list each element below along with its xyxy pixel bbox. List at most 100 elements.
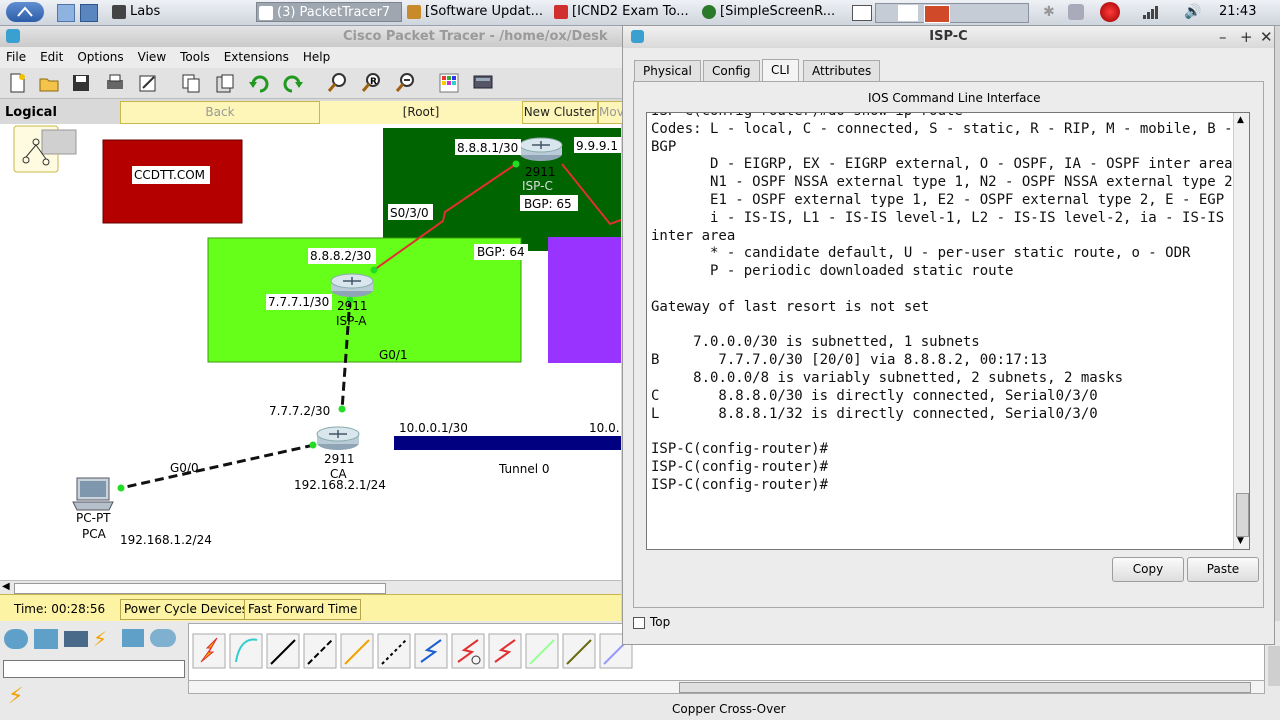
redo-icon[interactable] — [282, 72, 304, 94]
router-category-icon[interactable] — [4, 629, 28, 649]
device-dialog-icon[interactable] — [472, 72, 494, 94]
desktop-icon[interactable] — [852, 5, 872, 21]
cli-scrollbar-thumb[interactable] — [1236, 493, 1249, 537]
power-cycle-devices-button[interactable]: Power Cycle Devices — [120, 599, 252, 620]
enddevice-category-icon[interactable] — [122, 629, 144, 647]
tab-attributes[interactable]: Attributes — [803, 60, 881, 82]
switch-category-icon[interactable] — [34, 629, 58, 649]
new-file-icon[interactable] — [6, 72, 28, 94]
paste-icon[interactable] — [214, 72, 236, 94]
cli-vertical-scrollbar[interactable]: ▲ ▼ — [1233, 113, 1249, 549]
workspace-switcher[interactable] — [875, 3, 1029, 23]
tab-physical[interactable]: Physical — [634, 60, 701, 82]
connections-category-icon[interactable]: ⚡ — [93, 627, 107, 651]
file-manager-icon[interactable] — [57, 4, 75, 22]
menu-options[interactable]: Options — [77, 50, 123, 64]
ispc-device-window: ISP-C – + ✕ Physical Config CLI Attribut… — [622, 25, 1275, 645]
signal-icon[interactable] — [1142, 4, 1158, 20]
system-menu-icon[interactable] — [6, 2, 44, 22]
logical-workspace[interactable]: CCDTT.COM 10.0.0.1/30 10.0. Tunnel 0 8.8… — [0, 124, 621, 580]
scroll-down-arrow[interactable]: ▼ — [1237, 536, 1244, 546]
cli-output[interactable]: ISP-C(config-router)#do show ip route Co… — [651, 113, 1237, 495]
hub-category-icon[interactable] — [64, 631, 88, 647]
scroll-up-arrow[interactable]: ▲ — [1237, 115, 1244, 125]
settings-icon[interactable] — [80, 4, 98, 22]
palette-icon[interactable] — [438, 72, 460, 94]
logical-label: Logical — [5, 105, 57, 120]
zoom-reset-icon[interactable]: R — [360, 72, 382, 94]
device-search-input[interactable] — [3, 660, 185, 678]
paste-button[interactable]: Paste — [1187, 557, 1259, 582]
wan-category-icon[interactable] — [150, 629, 176, 647]
back-button[interactable]: Back — [120, 101, 320, 124]
pt-window-titlebar[interactable]: Cisco Packet Tracer - /home/ox/Desk — [0, 26, 625, 47]
tab-cli[interactable]: CLI — [762, 59, 799, 82]
cable-phone-icon[interactable] — [377, 633, 411, 669]
copy-icon[interactable] — [180, 72, 202, 94]
menu-extensions[interactable]: Extensions — [224, 50, 289, 64]
taskbar-item-packettracer[interactable]: (3) PacketTracer7 — [256, 2, 402, 22]
cable-coaxial-icon[interactable] — [414, 633, 448, 669]
new-cluster-button[interactable]: New Cluster — [522, 101, 598, 124]
scrollbar-thumb[interactable] — [14, 583, 386, 594]
top-checkbox[interactable] — [633, 617, 645, 629]
cable-fiber-icon[interactable] — [340, 633, 374, 669]
volume-icon[interactable]: 🔊 — [1184, 4, 1201, 20]
link-status-dot — [512, 160, 520, 168]
taskbar-item-software-update[interactable]: [Software Updat... — [405, 2, 550, 22]
record-icon[interactable] — [1100, 2, 1120, 22]
topology-canvas[interactable]: CCDTT.COM 10.0.0.1/30 10.0. Tunnel 0 8.8… — [0, 124, 621, 580]
router-ca-icon[interactable] — [316, 426, 360, 450]
router-ispc-icon[interactable] — [519, 137, 563, 161]
cable-cross-over-icon[interactable] — [303, 633, 337, 669]
ispa-port: G0/1 — [379, 348, 408, 362]
cable-iot-icon[interactable] — [562, 633, 596, 669]
cable-straight-through-icon[interactable] — [266, 633, 300, 669]
ethernet-link-ca-pca[interactable] — [120, 443, 315, 490]
minimize-icon[interactable]: – — [1219, 26, 1227, 48]
usb-icon[interactable] — [1068, 4, 1084, 20]
bluetooth-icon[interactable]: ✱ — [1043, 4, 1059, 20]
router-ispa-icon[interactable] — [330, 273, 374, 297]
fast-forward-time-button[interactable]: Fast Forward Time — [244, 599, 362, 620]
open-folder-icon[interactable] — [38, 72, 60, 94]
cable-serial-dce-icon[interactable] — [451, 633, 485, 669]
purple-area[interactable] — [548, 237, 621, 363]
undo-icon[interactable] — [248, 72, 270, 94]
menu-tools[interactable]: Tools — [180, 50, 210, 64]
menu-file[interactable]: File — [6, 50, 26, 64]
cable-automatic-icon[interactable] — [192, 633, 226, 669]
zoom-out-icon[interactable] — [394, 72, 416, 94]
menu-view[interactable]: View — [138, 50, 166, 64]
tunnel-0-link[interactable] — [394, 436, 621, 450]
clock[interactable]: 21:43 — [1219, 4, 1256, 19]
viewport-navigator-icon[interactable] — [13, 125, 77, 173]
cable-octal-icon[interactable] — [525, 633, 559, 669]
move-object-button[interactable]: Mov — [598, 101, 624, 124]
ispc-window-titlebar[interactable]: ISP-C – + ✕ — [623, 26, 1274, 48]
maximize-icon[interactable]: + — [1240, 26, 1253, 48]
save-icon[interactable] — [70, 72, 92, 94]
folder-icon — [112, 5, 126, 19]
tab-config[interactable]: Config — [703, 60, 760, 82]
menu-help[interactable]: Help — [303, 50, 330, 64]
cli-console[interactable]: ISP-C(config-router)#do show ip route Co… — [646, 112, 1250, 550]
cable-console-icon[interactable] — [229, 633, 263, 669]
copy-button[interactable]: Copy — [1112, 557, 1184, 582]
taskbar-item-simplescreenrecorder[interactable]: [SimpleScreenR... — [700, 2, 845, 22]
connection-scrollbar-thumb[interactable] — [679, 682, 1251, 693]
zoom-in-icon[interactable] — [326, 72, 348, 94]
connections-subcategory-icon[interactable]: ⚡ — [8, 684, 23, 709]
taskbar-item-icnd2[interactable]: [ICND2 Exam To... — [552, 2, 698, 22]
activity-wizard-icon[interactable] — [137, 72, 159, 94]
workspace-horizontal-scrollbar[interactable]: ◀ — [0, 580, 621, 594]
background-window-scrollbar[interactable] — [1268, 646, 1280, 686]
cable-serial-dte-icon[interactable] — [488, 633, 522, 669]
taskbar-item-labs[interactable]: Labs — [110, 2, 250, 22]
close-icon[interactable]: ✕ — [1260, 26, 1273, 48]
scroll-left-arrow[interactable]: ◀ — [2, 581, 10, 592]
menu-edit[interactable]: Edit — [40, 50, 63, 64]
pc-pca-icon[interactable] — [72, 477, 114, 511]
connection-list-scrollbar[interactable] — [188, 680, 1265, 694]
print-icon[interactable] — [104, 72, 126, 94]
